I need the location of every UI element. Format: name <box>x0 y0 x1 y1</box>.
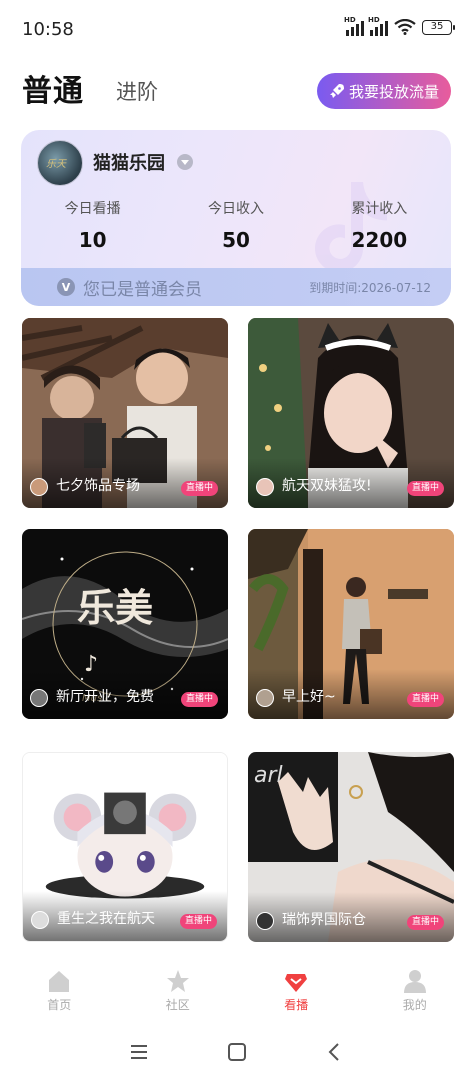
stat-value: 50 <box>222 228 250 252</box>
host-avatar <box>256 478 274 496</box>
promote-button-label: 我要投放流量 <box>348 82 439 101</box>
menu-icon[interactable] <box>128 1041 150 1063</box>
live-room-title: 重生之我在航天 <box>57 911 155 927</box>
nav-community[interactable]: 社区 <box>119 962 238 1022</box>
stat-total-income: 累计收入 2200 <box>308 198 451 252</box>
nav-label: 首页 <box>47 998 72 1012</box>
stat-label: 累计收入 <box>351 201 408 217</box>
stat-value: 2200 <box>351 228 408 252</box>
live-room-title: 新厅开业，免费 <box>56 689 154 705</box>
signal-icon: HD <box>344 16 364 36</box>
stats-row: 今日看播 10 今日收入 50 累计收入 2200 <box>21 198 451 252</box>
membership-bar[interactable]: V 您已是普通会员 到期时间:2026-07-12 <box>21 268 451 306</box>
live-room-card[interactable]: 重生之我在航天 直播中 <box>22 752 228 942</box>
live-room-card[interactable]: 早上好~ 直播中 <box>248 529 454 719</box>
stat-label: 今日看播 <box>64 201 121 217</box>
live-room-title: 瑞饰界国际仓 <box>282 912 366 928</box>
wifi-icon <box>394 19 416 35</box>
avatar[interactable]: 乐天 <box>37 140 83 186</box>
mode-tabs: 普通 进阶 <box>22 66 158 110</box>
live-badge: 直播中 <box>406 692 444 707</box>
host-avatar <box>256 689 274 707</box>
host-avatar <box>30 478 48 496</box>
live-badge: 直播中 <box>406 481 444 496</box>
member-card: 乐天 猫猫乐园 今日看播 10 今日收入 50 累计收入 2200 V 您已是普… <box>21 130 451 306</box>
rocket-icon <box>329 84 344 98</box>
home-icon <box>49 971 70 992</box>
vip-badge-icon: V <box>57 278 75 296</box>
status-bar: 10:58 HD HD 35 <box>0 0 474 58</box>
nav-home[interactable]: 首页 <box>0 962 119 1022</box>
bottom-nav: 首页 社区 看播 我的 <box>0 962 474 1022</box>
live-room-title: 航天双妹猛攻! <box>282 478 372 494</box>
live-badge: 直播中 <box>180 692 218 707</box>
art-text-le: 乐美 <box>77 586 153 630</box>
live-badge: 直播中 <box>180 481 218 496</box>
membership-status: 您已是普通会员 <box>83 279 202 300</box>
stat-value: 10 <box>78 228 107 252</box>
account-name[interactable]: 猫猫乐园 <box>93 149 165 175</box>
chevron-down-icon[interactable] <box>177 154 193 170</box>
host-avatar <box>31 911 49 929</box>
svg-text:arl: arl <box>254 763 283 788</box>
signal-icon-2: HD <box>368 16 388 36</box>
live-room-card[interactable]: arl 瑞饰界国际仓 直播中 <box>248 752 454 942</box>
star-icon <box>166 970 189 992</box>
host-avatar <box>30 689 48 707</box>
nav-profile[interactable]: 我的 <box>356 962 474 1022</box>
host-avatar <box>256 912 274 930</box>
nav-label: 我的 <box>402 998 427 1012</box>
live-badge: 直播中 <box>179 914 217 929</box>
live-room-card[interactable]: 航天双妹猛攻! 直播中 <box>248 318 454 508</box>
live-room-card[interactable]: 乐美 Music ♪ 新厅开业，免费 直播中 <box>22 529 228 719</box>
live-badge: 直播中 <box>406 915 444 930</box>
person-icon <box>403 970 426 993</box>
nav-watch[interactable]: 看播 <box>237 962 356 1022</box>
live-room-title: 七夕饰品专场 <box>56 478 140 494</box>
membership-expiry: 到期时间:2026-07-12 <box>309 280 431 295</box>
home-square-icon[interactable] <box>226 1041 248 1063</box>
battery-icon: 35 <box>422 19 455 35</box>
stat-today-income: 今日收入 50 <box>164 198 307 252</box>
stat-label: 今日收入 <box>207 201 264 217</box>
nav-label: 社区 <box>165 998 190 1012</box>
nav-label: 看播 <box>284 998 309 1012</box>
live-room-title: 早上好~ <box>282 689 336 705</box>
status-time: 10:58 <box>22 19 74 40</box>
diamond-icon <box>285 974 308 992</box>
back-icon[interactable] <box>324 1041 346 1063</box>
tab-advanced[interactable]: 进阶 <box>116 76 158 106</box>
status-icons: HD HD 35 <box>344 16 455 36</box>
stat-today-views: 今日看播 10 <box>21 198 164 252</box>
live-room-card[interactable]: 七夕饰品专场 直播中 <box>22 318 228 508</box>
tab-normal[interactable]: 普通 <box>22 66 84 110</box>
promote-traffic-button[interactable]: 我要投放流量 <box>317 73 451 109</box>
system-nav-bar <box>0 1030 474 1074</box>
